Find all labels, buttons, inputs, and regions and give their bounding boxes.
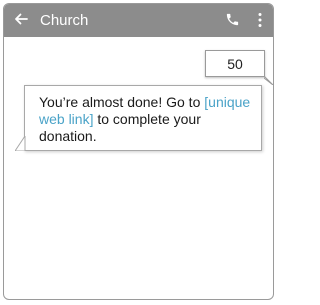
incoming-bubble-tail: [15, 136, 26, 151]
app-bar: Church: [4, 4, 273, 37]
incoming-message-text: You’re almost done! Go to [unique web li…: [39, 94, 253, 145]
message-text-before: You’re almost done! Go to: [39, 94, 205, 110]
outgoing-bubble-tail: [264, 76, 273, 85]
incoming-message-bubble: You’re almost done! Go to [unique web li…: [24, 85, 262, 151]
phone-frame: Church 50 You’re almost done! Go to [uni…: [3, 3, 274, 300]
back-arrow-icon[interactable]: [13, 11, 29, 27]
more-vert-icon[interactable]: [257, 12, 263, 28]
outgoing-message-text: 50: [227, 56, 243, 72]
conversation-title: Church: [40, 12, 89, 29]
phone-icon[interactable]: [225, 12, 240, 27]
outgoing-message-bubble: 50: [205, 50, 265, 77]
